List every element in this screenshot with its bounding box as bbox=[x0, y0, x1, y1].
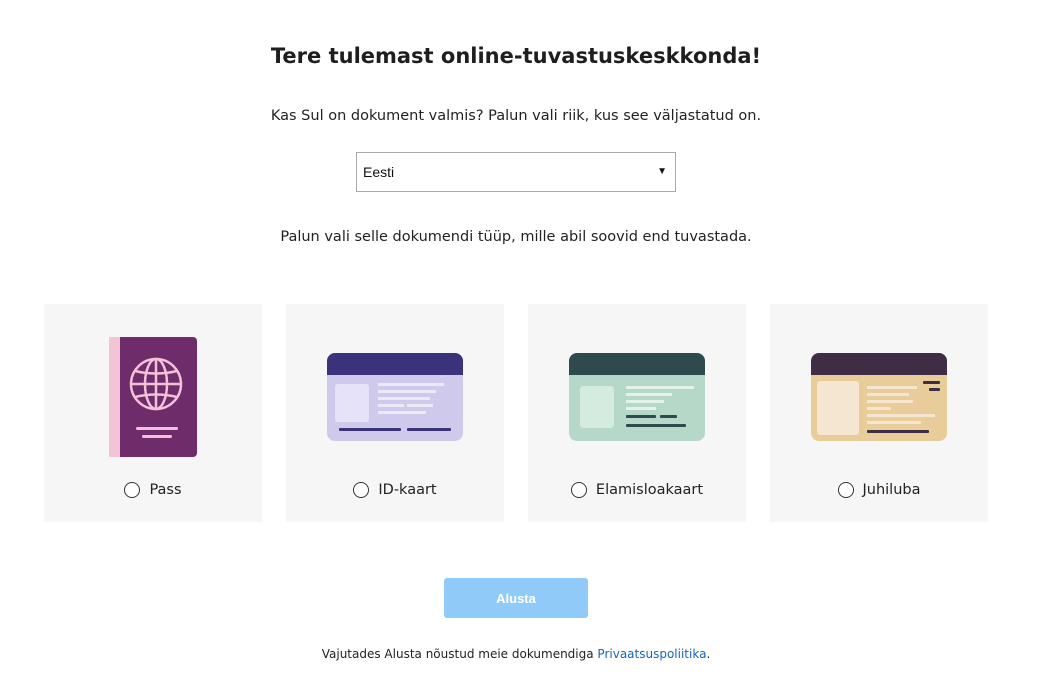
radio-driving-license[interactable] bbox=[837, 482, 854, 498]
passport-icon bbox=[109, 337, 197, 457]
country-select[interactable]: Eesti ▼ bbox=[356, 152, 676, 192]
document-label-residence-permit: Elamisloakaart bbox=[595, 482, 704, 498]
privacy-notice-suffix: . bbox=[706, 647, 711, 661]
country-prompt: Kas Sul on dokument valmis? Palun vali r… bbox=[270, 108, 762, 124]
privacy-notice-text: Vajutades Alusta nõustud meie dokumendig… bbox=[321, 647, 598, 661]
chevron-down-icon: ▼ bbox=[657, 166, 667, 177]
radio-passport[interactable] bbox=[124, 482, 141, 498]
document-card-passport[interactable]: Pass bbox=[44, 304, 262, 522]
radio-residence-permit[interactable] bbox=[570, 482, 587, 498]
start-button[interactable]: Alusta bbox=[444, 578, 588, 618]
privacy-notice: Vajutades Alusta nõustud meie dokumendig… bbox=[0, 647, 1032, 661]
document-card-driving-license[interactable]: Juhiluba bbox=[770, 304, 988, 522]
privacy-policy-link[interactable]: Privaatsuspoliitika bbox=[597, 647, 706, 661]
document-label-id-card: ID-kaart bbox=[378, 482, 437, 498]
document-card-residence-permit[interactable]: Elamisloakaart bbox=[528, 304, 746, 522]
id-card-icon bbox=[327, 353, 463, 441]
residence-card-icon bbox=[569, 353, 705, 441]
radio-id-card[interactable] bbox=[353, 482, 370, 498]
document-card-id-card[interactable]: ID-kaart bbox=[286, 304, 504, 522]
country-select-value: Eesti bbox=[363, 164, 395, 180]
document-label-passport: Pass bbox=[149, 482, 182, 498]
driving-license-icon bbox=[811, 353, 947, 441]
document-type-prompt: Palun vali selle dokumendi tüüp, mille a… bbox=[280, 229, 752, 245]
document-label-driving-license: Juhiluba bbox=[862, 482, 921, 498]
page-title: Tere tulemast online-tuvastuskeskkonda! bbox=[270, 44, 762, 68]
